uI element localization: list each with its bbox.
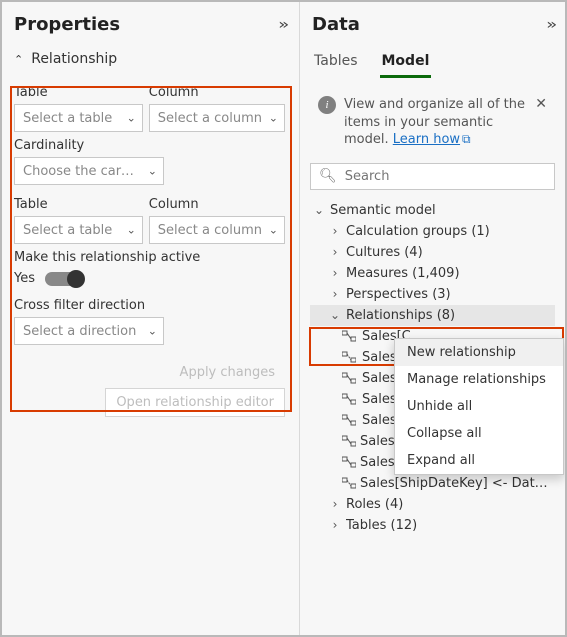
relationship-icon bbox=[342, 455, 356, 469]
tree-label: Roles (4) bbox=[346, 497, 403, 512]
chevron-down-icon: ⌄ bbox=[127, 224, 136, 237]
info-icon: i bbox=[318, 96, 336, 114]
tree-item-calculation-groups[interactable]: › Calculation groups (1) bbox=[310, 221, 555, 242]
make-active-label: Make this relationship active bbox=[14, 250, 285, 265]
chevron-down-icon: ⌄ bbox=[148, 325, 157, 338]
table-select-2-placeholder: Select a table bbox=[23, 223, 112, 238]
chevron-right-icon: › bbox=[328, 266, 342, 280]
tree-label: Cultures (4) bbox=[346, 245, 423, 260]
external-link-icon: ⧉ bbox=[462, 131, 471, 147]
relationship-icon bbox=[342, 476, 356, 490]
cardinality-select[interactable]: Choose the cardin… ⌄ bbox=[14, 157, 164, 185]
relationship-icon bbox=[342, 371, 358, 385]
cardinality-placeholder: Choose the cardin… bbox=[23, 164, 141, 179]
chevron-right-icon: › bbox=[328, 287, 342, 301]
chevron-down-icon: ⌄ bbox=[328, 308, 342, 322]
cardinality-label: Cardinality bbox=[14, 138, 285, 153]
tree-label: Sales[ShipDateKey] <- Date[DateKey] bbox=[360, 476, 553, 491]
chevron-right-icon: › bbox=[328, 518, 342, 532]
menu-item-collapse-all[interactable]: Collapse all bbox=[395, 420, 563, 447]
chevron-down-icon: ⌄ bbox=[127, 112, 136, 125]
learn-how-link[interactable]: Learn how bbox=[393, 132, 460, 147]
chevron-down-icon: ⌄ bbox=[312, 203, 326, 217]
tree-label: Perspectives (3) bbox=[346, 287, 451, 302]
relationship-icon bbox=[342, 392, 358, 406]
tree-label: Calculation groups (1) bbox=[346, 224, 490, 239]
chevron-down-icon: ⌄ bbox=[269, 112, 278, 125]
tree-label: Tables (12) bbox=[346, 518, 417, 533]
menu-item-manage-relationships[interactable]: Manage relationships bbox=[395, 366, 563, 393]
table-select-1[interactable]: Select a table ⌄ bbox=[14, 104, 143, 132]
open-relationship-editor-button[interactable]: Open relationship editor bbox=[105, 388, 285, 417]
tree-root-semantic-model[interactable]: ⌄ Semantic model bbox=[310, 200, 555, 221]
apply-changes-button[interactable]: Apply changes bbox=[170, 359, 285, 386]
column-label-1: Column bbox=[149, 85, 285, 100]
tree-item-relationship[interactable]: Sales[ShipDateKey] <- Date[DateKey] bbox=[310, 473, 555, 494]
relationship-icon bbox=[342, 434, 356, 448]
tree-item-cultures[interactable]: › Cultures (4) bbox=[310, 242, 555, 263]
tree-item-tables[interactable]: › Tables (12) bbox=[310, 515, 555, 536]
chevron-down-icon: ⌄ bbox=[148, 165, 157, 178]
column-label-2: Column bbox=[149, 197, 285, 212]
column-select-2-placeholder: Select a column bbox=[158, 223, 262, 238]
search-input-wrapper[interactable]: 🔍︎ bbox=[310, 163, 555, 190]
tab-tables[interactable]: Tables bbox=[312, 47, 360, 78]
relationship-section-header[interactable]: ⌃ Relationship bbox=[12, 45, 287, 77]
search-icon: 🔍︎ bbox=[319, 168, 337, 184]
column-select-1-placeholder: Select a column bbox=[158, 111, 262, 126]
caret-up-icon: ⌃ bbox=[14, 53, 23, 66]
chevron-down-icon: ⌄ bbox=[269, 224, 278, 237]
collapse-data-icon[interactable]: » bbox=[547, 17, 554, 33]
tree-item-measures[interactable]: › Measures (1,409) bbox=[310, 263, 555, 284]
make-active-value: Yes bbox=[14, 271, 35, 286]
relationship-icon bbox=[342, 350, 358, 364]
search-input[interactable] bbox=[343, 168, 546, 185]
cross-filter-placeholder: Select a direction bbox=[23, 324, 136, 339]
relationship-section-label: Relationship bbox=[31, 51, 117, 67]
menu-item-expand-all[interactable]: Expand all bbox=[395, 447, 563, 474]
tree-label: Semantic model bbox=[330, 203, 436, 218]
tree-item-relationships[interactable]: ⌄ Relationships (8) bbox=[310, 305, 555, 326]
relationship-icon bbox=[342, 329, 358, 343]
chevron-right-icon: › bbox=[328, 224, 342, 238]
make-active-toggle[interactable] bbox=[45, 272, 83, 286]
collapse-properties-icon[interactable]: » bbox=[279, 17, 286, 33]
close-icon[interactable]: ✕ bbox=[535, 96, 547, 112]
relationships-context-menu: New relationship Manage relationships Un… bbox=[394, 338, 564, 475]
cross-filter-select[interactable]: Select a direction ⌄ bbox=[14, 317, 164, 345]
tab-model[interactable]: Model bbox=[380, 47, 432, 78]
table-select-2[interactable]: Select a table ⌄ bbox=[14, 216, 143, 244]
tree-label: Measures (1,409) bbox=[346, 266, 460, 281]
cross-filter-label: Cross filter direction bbox=[14, 298, 285, 313]
chevron-right-icon: › bbox=[328, 497, 342, 511]
properties-title: Properties bbox=[14, 14, 120, 35]
tree-item-roles[interactable]: › Roles (4) bbox=[310, 494, 555, 515]
tree-label: Relationships (8) bbox=[346, 308, 455, 323]
menu-item-unhide-all[interactable]: Unhide all bbox=[395, 393, 563, 420]
column-select-1[interactable]: Select a column ⌄ bbox=[149, 104, 285, 132]
table-select-1-placeholder: Select a table bbox=[23, 111, 112, 126]
tree-item-perspectives[interactable]: › Perspectives (3) bbox=[310, 284, 555, 305]
chevron-right-icon: › bbox=[328, 245, 342, 259]
info-banner: i View and organize all of the items in … bbox=[310, 88, 555, 157]
column-select-2[interactable]: Select a column ⌄ bbox=[149, 216, 285, 244]
menu-item-new-relationship[interactable]: New relationship bbox=[395, 339, 563, 366]
table-label-1: Table bbox=[14, 85, 143, 100]
table-label-2: Table bbox=[14, 197, 143, 212]
relationship-icon bbox=[342, 413, 358, 427]
data-title: Data bbox=[312, 14, 360, 35]
